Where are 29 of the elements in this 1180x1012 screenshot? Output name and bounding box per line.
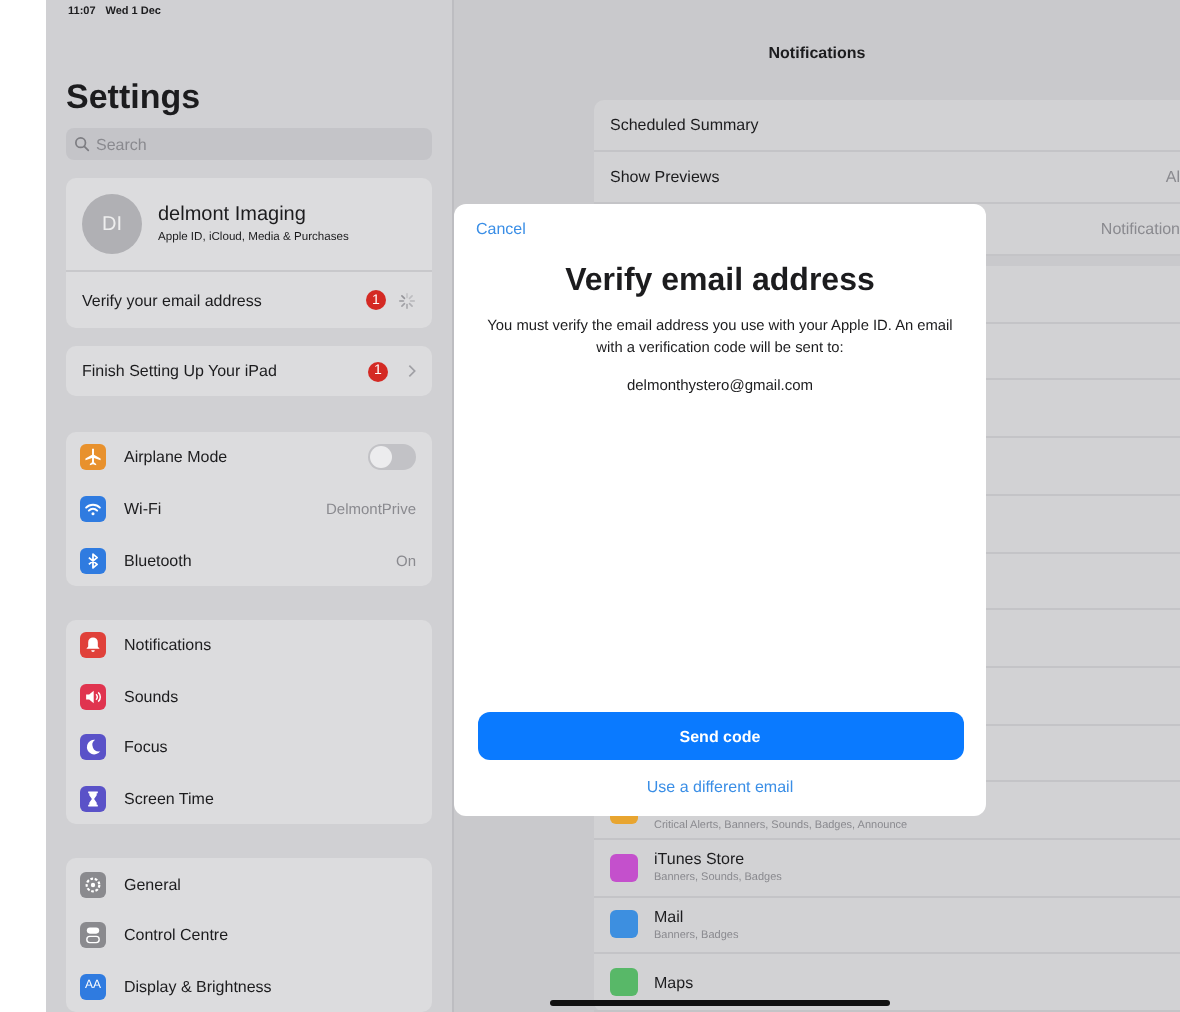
app-name[interactable]: Mail — [654, 907, 739, 926]
settings-item[interactable]: Control Centre — [124, 926, 416, 945]
account-name[interactable]: delmont Imaging — [158, 204, 349, 227]
option-label[interactable]: Show Previews — [610, 168, 1166, 187]
dialog-title: Verify email address — [565, 264, 875, 300]
option-label[interactable]: Scheduled Summary — [610, 116, 1180, 135]
app-name[interactable]: iTunes Store — [654, 850, 782, 869]
verify-email-item[interactable]: Verify your email address — [82, 291, 354, 310]
option-value: Al — [1165, 168, 1180, 187]
settings-item[interactable]: Wi-Fi — [124, 499, 308, 518]
toggle-switch[interactable] — [368, 444, 416, 471]
settings-item[interactable]: Sounds — [124, 687, 416, 706]
settings-item[interactable]: Screen Time — [124, 789, 416, 808]
option-value: Notification — [1100, 220, 1180, 239]
page-title: Notifications — [766, 44, 868, 66]
search-field[interactable]: Search — [66, 128, 432, 161]
settings-title: Settings — [66, 78, 203, 119]
settings-item[interactable]: Display & Brightness — [124, 977, 416, 996]
settings-item[interactable]: General — [124, 875, 416, 894]
chevron-icon — [408, 364, 416, 379]
settings-item[interactable]: Bluetooth — [124, 551, 378, 570]
finish-setup-item[interactable]: Finish Setting Up Your iPad — [82, 362, 356, 381]
app-name[interactable]: Maps — [654, 973, 694, 992]
settings-item[interactable]: Focus — [124, 738, 416, 757]
settings-item[interactable]: Notifications — [124, 636, 416, 655]
avatar: DI — [82, 194, 142, 255]
send-code-button[interactable]: Send code — [477, 712, 963, 760]
spinner-icon — [398, 291, 416, 310]
settings-item[interactable]: Airplane Mode — [124, 448, 350, 467]
